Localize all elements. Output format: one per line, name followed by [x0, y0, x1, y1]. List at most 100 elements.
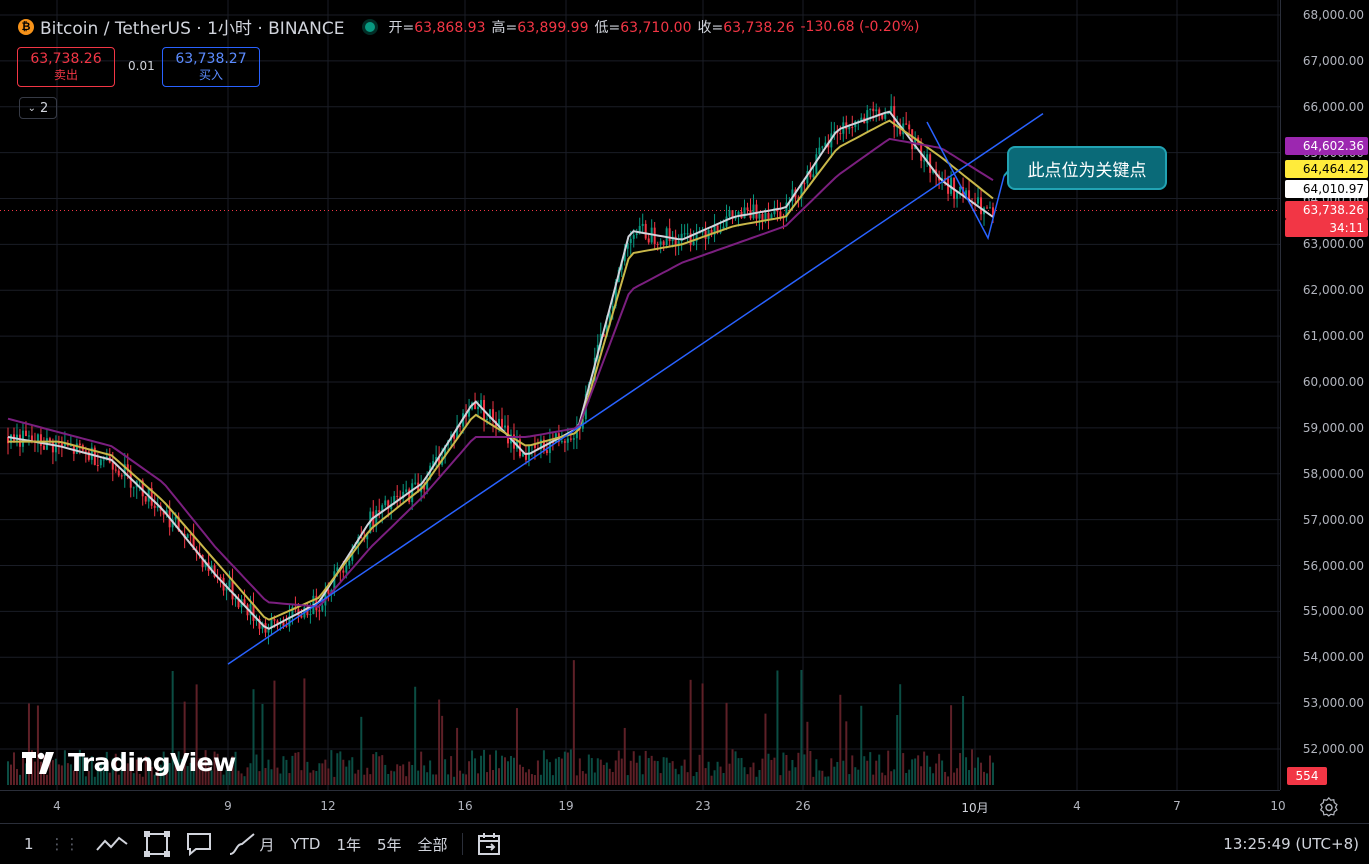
candle-body: [144, 496, 147, 502]
candle-body: [980, 197, 983, 215]
candle-body: [758, 214, 761, 219]
volume-bar: [456, 727, 459, 785]
volume-bar: [731, 749, 734, 785]
volume-bar: [890, 771, 893, 785]
goto-date-icon[interactable]: [469, 824, 509, 864]
volume-bar: [447, 774, 450, 785]
range-ytd-button[interactable]: YTD: [283, 824, 329, 864]
drag-handle-icon[interactable]: ⋮⋮: [42, 824, 88, 864]
candle-body: [803, 183, 806, 185]
volume-bar: [9, 764, 12, 785]
range-all-button[interactable]: 全部: [410, 824, 456, 864]
volume-bar: [830, 758, 833, 785]
range-1d-button[interactable]: 1: [0, 824, 42, 864]
volume-bar: [411, 764, 414, 785]
volume-bar: [557, 757, 560, 785]
volume-bar: [399, 765, 402, 785]
time-tick: 10: [1270, 799, 1286, 813]
line-chart-icon[interactable]: [88, 824, 136, 864]
volume-bar: [252, 689, 255, 785]
volume-bar: [363, 774, 366, 785]
volume-bar: [246, 767, 249, 785]
draw-tool-icon[interactable]: [220, 824, 260, 864]
volume-bar: [776, 670, 779, 785]
ohlc-open: 开=63,868.93: [388, 19, 486, 36]
volume-bar: [674, 768, 677, 785]
volume-bar: [243, 776, 246, 785]
candle-body: [560, 441, 563, 443]
candle-body: [725, 216, 728, 227]
volume-bar: [800, 669, 803, 785]
ma-slow-line[interactable]: [7, 137, 994, 608]
candle-body: [815, 154, 818, 175]
volume-bar: [527, 769, 530, 785]
sell-label: 卖出: [53, 68, 78, 82]
volume-bar: [318, 763, 321, 785]
volume-bar: [267, 759, 270, 785]
last-price-label: 63,738.26: [1285, 201, 1368, 219]
comment-tool-icon[interactable]: [178, 824, 220, 864]
trend-line[interactable]: [227, 113, 1044, 665]
volume-bar: [842, 760, 845, 785]
candle-body: [117, 470, 120, 476]
chart-area[interactable]: [0, 0, 1280, 790]
volume-label: 554: [1287, 767, 1327, 785]
ma-slow-price-label: 64,602.36: [1285, 137, 1368, 155]
range-1m-button[interactable]: 月: [260, 824, 283, 864]
candle-body: [186, 534, 189, 538]
timezone-clock[interactable]: 13:25:49 (UTC+8): [1215, 824, 1369, 864]
volume-bar: [854, 767, 857, 785]
volume-bar: [851, 755, 854, 785]
gear-icon[interactable]: [1318, 797, 1340, 819]
candle-body: [563, 441, 566, 443]
candle-body: [686, 233, 689, 235]
range-5y-button[interactable]: 5年: [369, 824, 410, 864]
candle-body: [84, 450, 87, 452]
volume-bar: [758, 770, 761, 785]
volume-bar: [821, 770, 824, 785]
price-scale[interactable]: 68,000.0067,000.0066,000.0065,000.0064,0…: [1280, 0, 1369, 790]
volume-bar: [887, 750, 890, 785]
volume-bar: [884, 775, 887, 785]
ma-mid-line[interactable]: [8, 119, 994, 621]
candle-body: [566, 438, 569, 443]
price-tick: 54,000.00: [1302, 650, 1364, 665]
volume-bar: [515, 708, 518, 785]
buy-button[interactable]: 63,738.27 买入: [162, 47, 260, 87]
volume-bar: [740, 757, 743, 785]
candle-body: [683, 233, 686, 235]
volume-bar: [348, 760, 351, 785]
volume-bar: [84, 776, 87, 785]
volume-bar: [728, 763, 731, 785]
ma-fast-line[interactable]: [7, 110, 994, 630]
candle-body: [881, 114, 884, 119]
candle-body: [477, 406, 480, 410]
volume-bar: [908, 769, 911, 785]
price-tick: 57,000.00: [1302, 512, 1364, 527]
price-tick: 63,000.00: [1302, 237, 1364, 252]
sell-button[interactable]: 63,738.26 卖出: [17, 47, 115, 87]
annotation-callout[interactable]: 此点位为关键点: [1007, 146, 1167, 190]
candle-body: [662, 241, 665, 245]
volume-bar: [345, 766, 348, 785]
candle-body: [414, 482, 417, 484]
time-axis[interactable]: 4 9 12 16 19 23 26 10月 4 7 10: [0, 790, 1286, 824]
candle-body: [779, 211, 782, 218]
volume-bar: [737, 758, 740, 785]
indicators-toggle-button[interactable]: ⌄ 2: [19, 97, 57, 119]
candle-body: [989, 207, 992, 209]
symbol-title[interactable]: Bitcoin / TetherUS · 1小时 · BINANCE: [40, 14, 345, 39]
candle-body: [321, 605, 324, 611]
range-1y-button[interactable]: 1年: [328, 824, 369, 864]
volume-bar: [533, 775, 536, 785]
volume-bar: [896, 715, 899, 785]
volume-bar: [863, 756, 866, 785]
volume-bar: [590, 758, 593, 785]
volume-bar: [656, 761, 659, 785]
price-chart[interactable]: [0, 0, 1280, 790]
time-tick: 12: [320, 799, 336, 813]
rectangle-tool-icon[interactable]: [136, 824, 178, 864]
candle-body: [641, 223, 644, 227]
candle-body: [668, 228, 671, 242]
ma-mid-price-label: 64,464.42: [1285, 160, 1368, 178]
